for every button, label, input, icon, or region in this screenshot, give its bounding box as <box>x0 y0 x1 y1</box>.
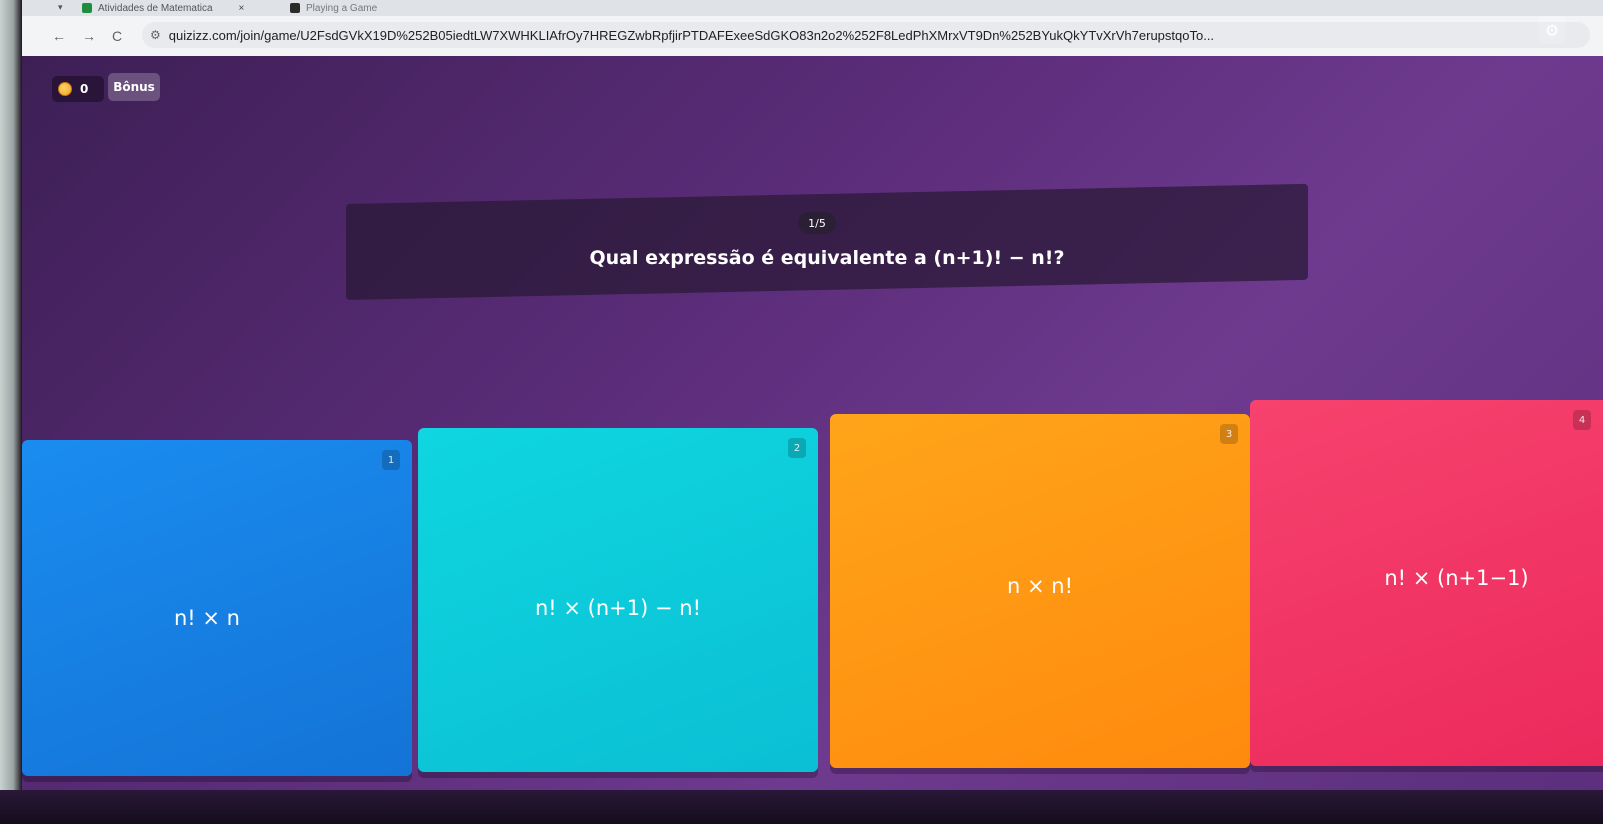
screen-bottom-edge <box>0 790 1603 824</box>
question-text: Qual expressão é equivalente a (n+1)! − … <box>589 247 1065 269</box>
tab-title: Atividades de Matematica <box>98 2 213 14</box>
option-number-badge: 4 <box>1573 410 1591 430</box>
reload-icon[interactable]: C <box>112 28 122 44</box>
tab-title: Playing a Game <box>306 2 378 14</box>
answer-option-1[interactable]: 1 n! × n <box>22 440 412 776</box>
answer-option-3[interactable]: 3 n × n! <box>830 414 1250 768</box>
score-counter: 0 <box>52 76 104 102</box>
option-number-badge: 2 <box>788 438 806 458</box>
option-label: n! × (n+1) − n! <box>534 596 701 620</box>
option-label: n! × (n+1−1) <box>1384 566 1529 590</box>
option-label: n! × n <box>174 606 240 630</box>
tab-atividades[interactable]: Atividades de Matematica × <box>82 0 272 16</box>
option-number-badge: 1 <box>382 450 400 470</box>
browser-addressbar: ← → C ⚙ quizizz.com/join/game/U2FsdGVkX1… <box>22 16 1603 56</box>
tab-close-icon[interactable]: × <box>239 3 245 14</box>
option-label: n × n! <box>1007 574 1073 598</box>
answer-option-2[interactable]: 2 n! × (n+1) − n! <box>418 428 818 772</box>
bonus-button[interactable]: Bônus <box>108 73 160 101</box>
tab-playing[interactable]: Playing a Game <box>290 0 377 16</box>
tab-list-chevron-icon[interactable]: ▾ <box>58 2 63 13</box>
url-text: quizizz.com/join/game/U2FsdGVkX19D%252B0… <box>168 27 1215 43</box>
gear-icon: ⚙ <box>1544 20 1560 40</box>
coin-icon <box>58 82 72 96</box>
settings-button[interactable]: ⚙ <box>1538 16 1566 44</box>
browser-tabbar: ▾ Atividades de Matematica × Playing a G… <box>22 0 1603 16</box>
answer-option-4[interactable]: 4 n! × (n+1−1) <box>1250 400 1603 766</box>
question-counter: 1/5 <box>798 212 836 234</box>
screen-bezel <box>0 0 22 824</box>
score-value: 0 <box>80 82 89 96</box>
quiz-screen: ▾ Atividades de Matematica × Playing a G… <box>0 0 1603 824</box>
sheets-favicon-icon <box>82 3 92 13</box>
back-arrow-icon[interactable]: ← <box>52 28 66 44</box>
quizizz-favicon-icon <box>290 3 300 13</box>
option-number-badge: 3 <box>1220 424 1238 444</box>
url-input[interactable]: ⚙ quizizz.com/join/game/U2FsdGVkX19D%252… <box>142 22 1590 48</box>
forward-arrow-icon[interactable]: → <box>82 28 96 44</box>
site-settings-icon[interactable]: ⚙ <box>150 28 161 42</box>
